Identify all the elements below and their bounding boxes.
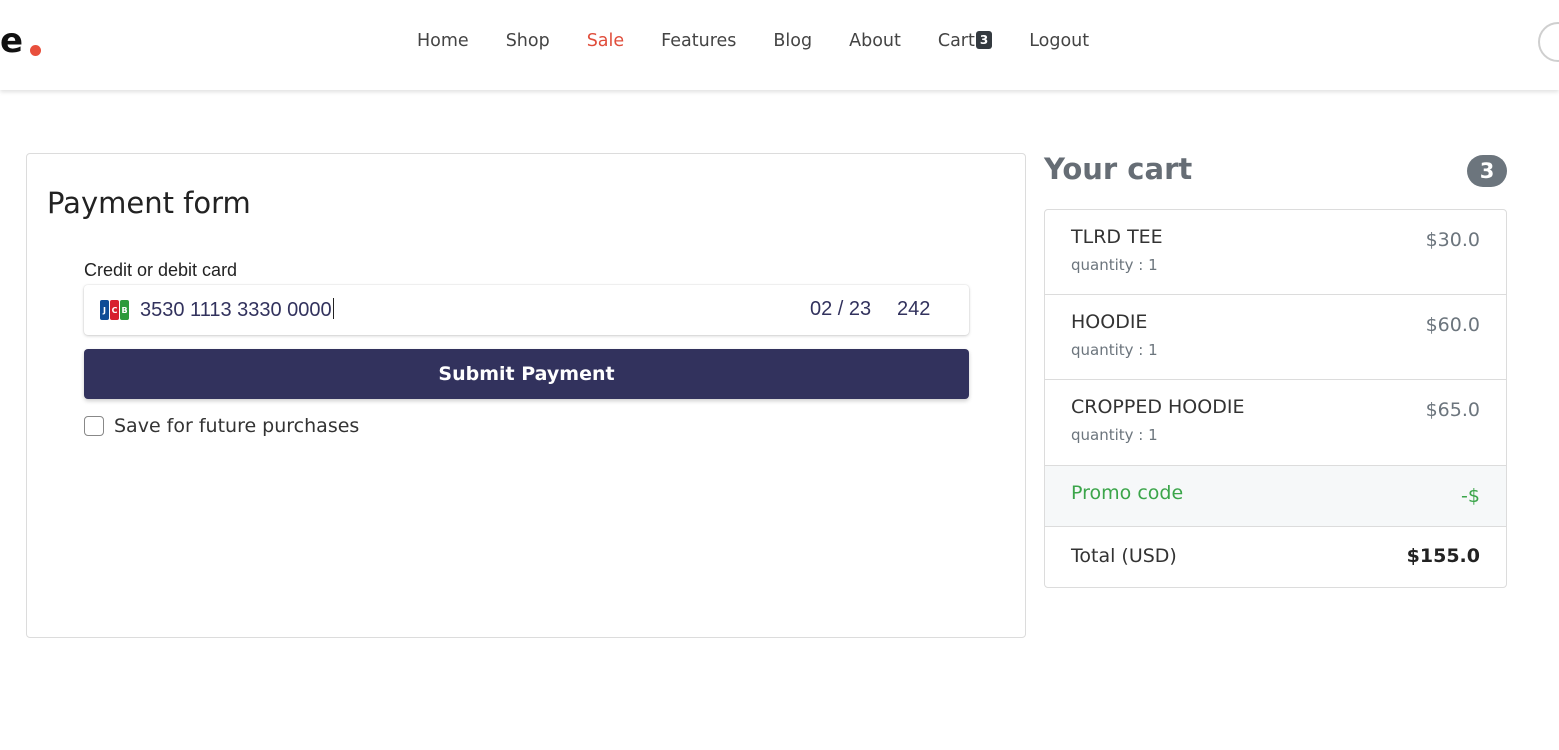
top-navbar: e Home Shop Sale Features Blog About Car…	[0, 0, 1559, 90]
main-nav: Home Shop Sale Features Blog About Cart 3…	[417, 28, 1126, 54]
card-number-value: 3530 1113 3330 0000	[140, 299, 332, 321]
total-label: Total (USD)	[1071, 545, 1177, 567]
cart-count-badge: 3	[975, 31, 993, 49]
text-cursor	[332, 298, 334, 319]
nav-logout[interactable]: Logout	[1029, 28, 1089, 54]
nav-sale[interactable]: Sale	[587, 28, 624, 54]
promo-code-row: Promo code -$	[1045, 466, 1506, 527]
card-input-field[interactable]: JCB 3530 1113 3330 0000 02 / 23 242	[84, 285, 969, 335]
logo-dot	[30, 45, 41, 56]
cart-item: HOODIE quantity : 1 $60.0	[1045, 295, 1506, 380]
site-logo[interactable]: e	[0, 24, 23, 58]
nav-cart-label: Cart	[937, 31, 975, 51]
cart-item-price: $65.0	[1425, 399, 1480, 421]
cart-item-quantity: quantity : 1	[1071, 341, 1158, 359]
card-expiry-input[interactable]: 02 / 23	[810, 298, 871, 321]
cart-summary-list: TLRD TEE quantity : 1 $30.0 HOODIE quant…	[1044, 209, 1507, 588]
cart-item-price: $30.0	[1425, 229, 1480, 251]
total-row: Total (USD) $155.0	[1045, 527, 1506, 587]
nav-blog[interactable]: Blog	[773, 28, 812, 54]
nav-cart[interactable]: Cart 3	[937, 28, 993, 54]
cart-title: Your cart	[1044, 152, 1193, 186]
card-field-label: Credit or debit card	[84, 260, 238, 280]
card-cvc-input[interactable]: 242	[897, 298, 930, 321]
card-number-input[interactable]: 3530 1113 3330 0000	[140, 298, 334, 322]
jcb-card-icon: JCB	[100, 300, 129, 320]
nav-home[interactable]: Home	[417, 28, 469, 54]
cart-items-count-badge: 3	[1467, 155, 1507, 187]
cart-item: CROPPED HOODIE quantity : 1 $65.0	[1045, 380, 1506, 466]
user-avatar-icon[interactable]	[1538, 22, 1559, 62]
save-card-label[interactable]: Save for future purchases	[114, 415, 359, 437]
save-card-row: Save for future purchases	[84, 415, 359, 437]
submit-payment-button[interactable]: Submit Payment	[84, 349, 969, 399]
cart-item-quantity: quantity : 1	[1071, 256, 1158, 274]
cart-item: TLRD TEE quantity : 1 $30.0	[1045, 210, 1506, 295]
cart-item-quantity: quantity : 1	[1071, 426, 1158, 444]
nav-shop[interactable]: Shop	[506, 28, 550, 54]
cart-item-name: CROPPED HOODIE	[1071, 396, 1245, 418]
cart-item-name: HOODIE	[1071, 311, 1148, 333]
promo-code-label: Promo code	[1071, 482, 1184, 504]
total-value: $155.0	[1406, 545, 1480, 567]
promo-code-value: -$	[1461, 485, 1480, 507]
nav-about[interactable]: About	[849, 28, 901, 54]
cart-item-price: $60.0	[1425, 314, 1480, 336]
save-card-checkbox[interactable]	[84, 416, 104, 436]
payment-form-title: Payment form	[47, 186, 251, 220]
payment-form-card: Payment form Credit or debit card JCB 35…	[26, 153, 1026, 638]
nav-features[interactable]: Features	[661, 28, 736, 54]
cart-item-name: TLRD TEE	[1071, 226, 1163, 248]
